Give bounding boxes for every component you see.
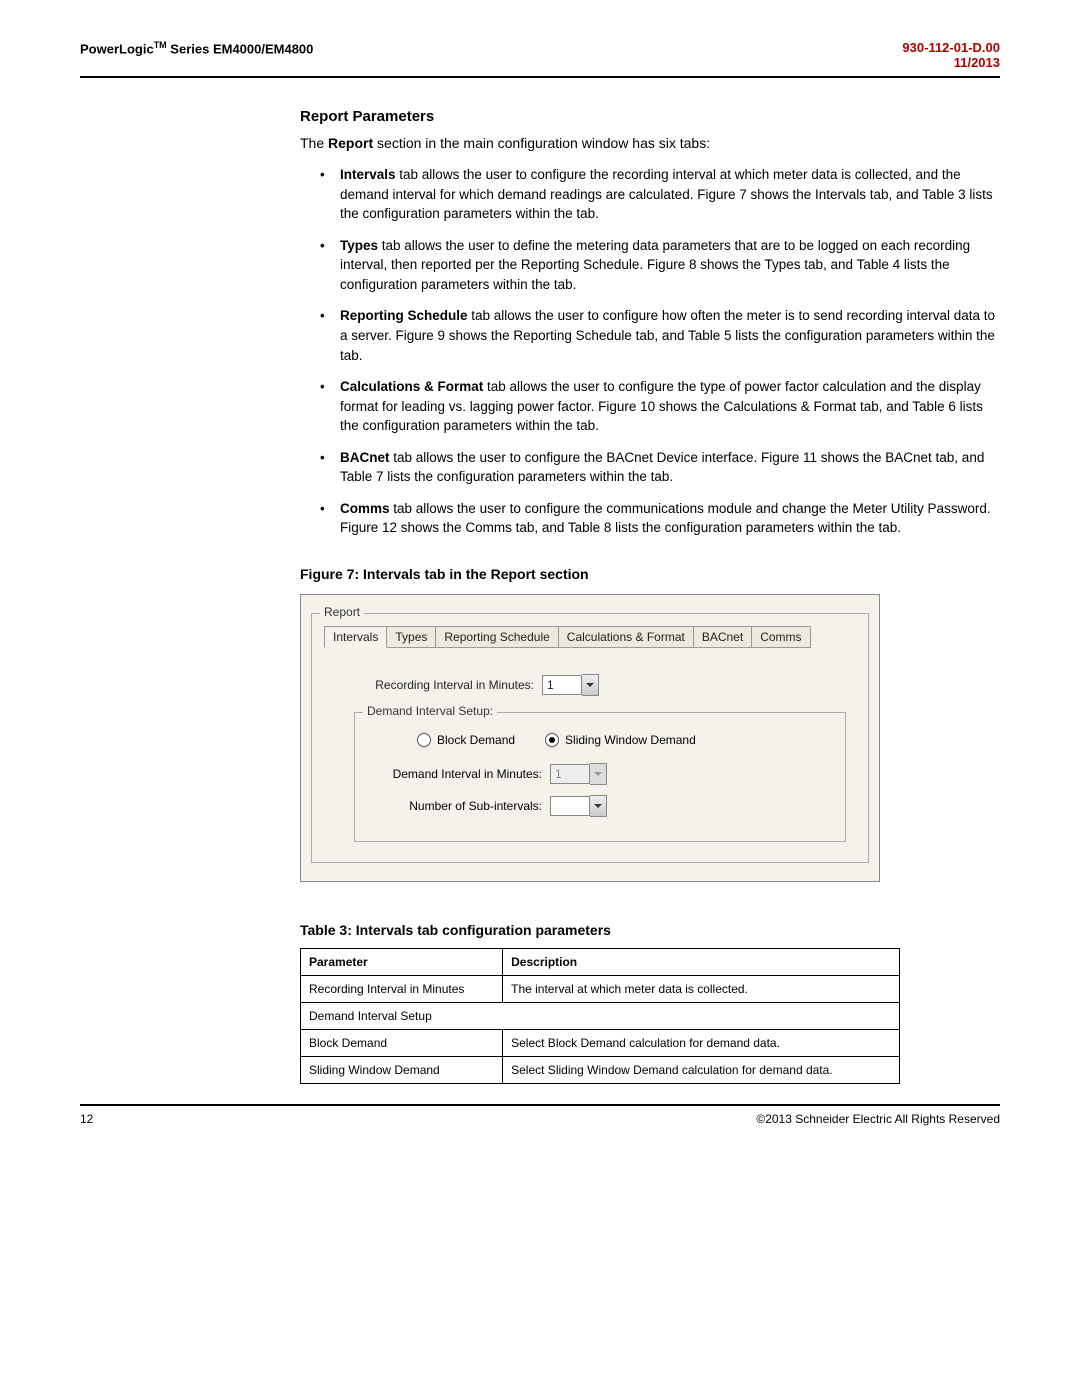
bullet-item: Reporting Schedule tab allows the user t… [320,306,1000,365]
parameters-table: Parameter Description Recording Interval… [300,948,900,1084]
tab-bacnet[interactable]: BACnet [693,626,752,648]
section-title: Report Parameters [300,108,1000,125]
demand-interval-value: 1 [550,764,590,784]
radio-block-demand[interactable]: Block Demand [417,733,515,747]
bullet-item: Types tab allows the user to define the … [320,236,1000,295]
demand-interval-minutes-row: Demand Interval in Minutes: 1 [367,763,833,785]
demand-interval-dropdown [590,763,607,785]
bullet-bold: BACnet [340,450,390,465]
demand-interval-legend: Demand Interval Setup: [363,704,497,718]
sub-intervals-combo[interactable] [550,795,607,817]
sub-intervals-value[interactable] [550,796,590,816]
bullet-bold: Intervals [340,167,396,182]
header-right: 930-112-01-D.00 11/2013 [902,40,1000,70]
bullet-item: BACnet tab allows the user to configure … [320,448,1000,487]
radio-sliding-window[interactable]: Sliding Window Demand [545,733,696,747]
page-header: PowerLogicTM Series EM4000/EM4800 930-11… [80,40,1000,78]
td-description: Select Sliding Window Demand calculation… [503,1057,900,1084]
radio-icon[interactable] [417,733,431,747]
table-row: Recording Interval in Minutes The interv… [301,976,900,1003]
doc-date: 11/2013 [902,55,1000,70]
chevron-down-icon [594,804,602,808]
tab-comms[interactable]: Comms [751,626,810,648]
td-parameter: Sliding Window Demand [301,1057,503,1084]
chevron-down-icon [586,683,594,687]
intro-suffix: section in the main configuration window… [373,135,710,151]
table-row: Block Demand Select Block Demand calcula… [301,1030,900,1057]
bullet-text: tab allows the user to configure the com… [340,501,991,536]
table-row: Demand Interval Setup [301,1003,900,1030]
bullet-item: Intervals tab allows the user to configu… [320,165,1000,224]
demand-interval-combo: 1 [550,763,607,785]
td-parameter: Block Demand [301,1030,503,1057]
table-header-row: Parameter Description [301,949,900,976]
recording-interval-row: Recording Interval in Minutes: 1 [354,674,846,696]
bullet-item: Calculations & Format tab allows the use… [320,377,1000,436]
page-footer: 12 ©2013 Schneider Electric All Rights R… [80,1104,1000,1126]
recording-interval-label: Recording Interval in Minutes: [354,678,534,692]
bullet-bold: Calculations & Format [340,379,483,394]
bullet-text: tab allows the user to configure the rec… [340,167,993,221]
radio-dot-icon [549,737,555,743]
tab-types[interactable]: Types [386,626,436,648]
td-parameter: Recording Interval in Minutes [301,976,503,1003]
tab-intervals[interactable]: Intervals [324,626,387,648]
chevron-down-icon [594,772,602,776]
product-name-prefix: PowerLogic [80,41,154,56]
sub-intervals-dropdown[interactable] [590,795,607,817]
td-description: Select Block Demand calculation for dema… [503,1030,900,1057]
radio-block-label: Block Demand [437,733,515,747]
bullet-text: tab allows the user to configure the BAC… [340,450,984,485]
td-description: The interval at which meter data is coll… [503,976,900,1003]
bullet-text: tab allows the user to define the meteri… [340,238,970,292]
sub-intervals-label: Number of Sub-intervals: [367,799,542,813]
demand-radio-row: Block Demand Sliding Window Demand [417,733,833,747]
radio-sliding-label: Sliding Window Demand [565,733,696,747]
tab-reporting-schedule[interactable]: Reporting Schedule [435,626,558,648]
page-number: 12 [80,1112,93,1126]
sub-intervals-row: Number of Sub-intervals: [367,795,833,817]
report-groupbox: Report Intervals Types Reporting Schedul… [311,613,869,863]
report-legend: Report [320,605,364,619]
th-description: Description [503,949,900,976]
bullet-bold: Types [340,238,378,253]
copyright: ©2013 Schneider Electric All Rights Rese… [756,1112,1000,1126]
bullet-bold: Reporting Schedule [340,308,468,323]
intro-prefix: The [300,135,328,151]
product-name-suffix: Series EM4000/EM4800 [167,41,314,56]
intro-bold: Report [328,135,373,151]
tab-calculations-format[interactable]: Calculations & Format [558,626,694,648]
recording-interval-combo[interactable]: 1 [542,674,599,696]
th-parameter: Parameter [301,949,503,976]
doc-code: 930-112-01-D.00 [902,40,1000,55]
tabs-row: Intervals Types Reporting Schedule Calcu… [324,626,856,648]
header-left: PowerLogicTM Series EM4000/EM4800 [80,40,313,56]
demand-interval-groupbox: Demand Interval Setup: Block Demand Slid… [354,712,846,842]
td-parameter: Demand Interval Setup [301,1003,900,1030]
intro-paragraph: The Report section in the main configura… [300,135,1000,151]
figure-caption: Figure 7: Intervals tab in the Report se… [300,566,1000,582]
figure-7: Report Intervals Types Reporting Schedul… [300,594,880,882]
demand-interval-minutes-label: Demand Interval in Minutes: [367,767,542,781]
recording-interval-dropdown[interactable] [582,674,599,696]
trademark: TM [154,40,167,50]
bullet-bold: Comms [340,501,390,516]
bullet-list: Intervals tab allows the user to configu… [300,165,1000,538]
bullet-item: Comms tab allows the user to configure t… [320,499,1000,538]
tab-body: Recording Interval in Minutes: 1 Demand … [324,660,856,846]
radio-icon[interactable] [545,733,559,747]
recording-interval-value[interactable]: 1 [542,675,582,695]
table-row: Sliding Window Demand Select Sliding Win… [301,1057,900,1084]
table-caption: Table 3: Intervals tab configuration par… [300,922,1000,938]
